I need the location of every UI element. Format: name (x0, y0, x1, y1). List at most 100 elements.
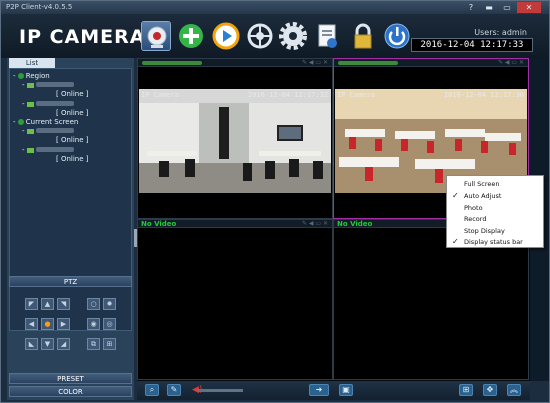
app-logo: IP CAMERA (19, 26, 146, 48)
snapshot-button[interactable]: ▣ (339, 384, 353, 396)
cell-header: No Video ✎ ◀ ▭ ✕ (138, 220, 332, 228)
lock-button[interactable] (348, 21, 378, 51)
ptz-down-right-button[interactable]: ◢ (57, 338, 70, 350)
iris-open-button[interactable]: ⊞ (103, 338, 116, 350)
no-video-label: No Video (141, 220, 177, 228)
power-icon (384, 23, 410, 49)
video-cell-1[interactable]: ✎ ◀ ▭ ✕ IP Camera 2016-12-04 12:17:32 (137, 58, 333, 219)
add-device-icon (179, 24, 203, 48)
color-header[interactable]: COLOR (9, 386, 132, 397)
camera-label: IP Camera (337, 91, 375, 99)
redacted-name (35, 147, 74, 152)
bottom-toolbar: ⌕ ✎ ◀) ➜ ▣ ⊞ ✥ ︽ (137, 381, 530, 400)
video-cell-3[interactable]: No Video ✎ ◀ ▭ ✕ (137, 219, 333, 380)
move-icon: ✥ (486, 385, 494, 394)
menu-label: Full Screen (464, 180, 500, 188)
ptz-right-button[interactable]: ▶ (57, 318, 70, 330)
camera-timestamp: 2016-12-04 12:17:32 (247, 91, 328, 99)
tree-region[interactable]: - Region (13, 72, 50, 81)
focus-near-button[interactable]: ◉ (87, 318, 100, 330)
tree-camera-item[interactable]: - (22, 127, 74, 136)
ptz-down-left-button[interactable]: ◣ (25, 338, 38, 350)
ptz-control-pad: ◤ ▲ ◥ ◀ ● ▶ ◣ ▼ ◢ ○ ✹ ◉ ◎ ⧉ ⊞ (25, 298, 117, 358)
ptz-down-button[interactable]: ▼ (41, 338, 54, 350)
power-button[interactable] (382, 21, 412, 51)
cell-tools-icon[interactable]: ✎ ◀ ▭ ✕ (302, 221, 328, 227)
camera-icon (26, 129, 34, 134)
menu-item-auto-adjust[interactable]: ✓ Auto Adjust (447, 190, 543, 202)
log-button[interactable] (312, 21, 342, 51)
add-device-button[interactable] (176, 21, 206, 51)
iris-close-button[interactable]: ⧉ (87, 338, 100, 350)
user-label: Users: admin (474, 28, 527, 37)
grid-layout-button[interactable]: ⊞ (459, 384, 473, 396)
search-button[interactable]: ⌕ (145, 384, 159, 396)
menu-item-record[interactable]: Record (447, 213, 543, 225)
settings-button[interactable] (278, 21, 308, 51)
tree-current-screen[interactable]: - Current Screen (13, 118, 78, 127)
minimize-button[interactable]: ▬ (481, 2, 497, 13)
ptz-wheel-icon (247, 23, 273, 49)
menu-label: Auto Adjust (464, 192, 502, 200)
redacted-name (338, 61, 398, 65)
camera-label: IP Camera (141, 91, 179, 99)
expand-button[interactable]: ︽ (507, 384, 521, 396)
tree-status-online: [ Online ] (56, 136, 89, 144)
ptz-wheel-button[interactable] (245, 21, 275, 51)
close-button[interactable]: ✕ (517, 2, 541, 13)
ptz-up-button[interactable]: ▲ (41, 298, 54, 310)
menu-item-display-status-bar[interactable]: ✓ Display status bar (447, 236, 543, 248)
tree-camera-item[interactable]: - (22, 146, 74, 155)
chevron-up-icon: ︽ (510, 385, 518, 394)
menu-label: Record (464, 215, 487, 223)
focus-far-button[interactable]: ◎ (103, 318, 116, 330)
lock-icon (354, 23, 372, 49)
camera-icon (26, 83, 34, 88)
tree-camera-item[interactable]: - (22, 81, 74, 90)
redacted-name (35, 101, 74, 106)
office-scene-image (139, 89, 331, 193)
ptz-auto-button[interactable]: ● (41, 318, 54, 330)
record-export-button[interactable]: ➜ (309, 384, 329, 396)
cell-tools-icon[interactable]: ✎ ◀ ▭ ✕ (498, 60, 524, 66)
preset-header[interactable]: PRESET (9, 373, 132, 384)
tree-camera-item[interactable]: - (22, 100, 74, 109)
help-button[interactable]: ? (463, 2, 479, 13)
globe-icon (17, 119, 24, 125)
globe-icon (17, 73, 24, 79)
zoom-out-button[interactable]: ○ (87, 298, 100, 310)
ptz-up-left-button[interactable]: ◤ (25, 298, 38, 310)
menu-item-full-screen[interactable]: Full Screen (447, 178, 543, 190)
volume-slider[interactable] (197, 389, 243, 392)
ptz-toggle-button[interactable]: ✥ (483, 384, 497, 396)
cell-tools-icon[interactable]: ✎ ◀ ▭ ✕ (302, 60, 328, 66)
check-icon: ✓ (452, 191, 459, 200)
search-icon: ⌕ (149, 385, 155, 394)
camera-icon (26, 148, 34, 153)
zoom-in-button[interactable]: ✹ (103, 298, 116, 310)
ptz-up-right-button[interactable]: ◥ (57, 298, 70, 310)
redacted-name (142, 61, 202, 65)
ptz-header[interactable]: PTZ (9, 276, 132, 287)
ptz-left-button[interactable]: ◀ (25, 318, 38, 330)
tree-status-online: [ Online ] (56, 90, 89, 98)
cell-header: ✎ ◀ ▭ ✕ (334, 59, 528, 67)
app-window: P2P Client-v4.0.5.5 ? ▬ ▭ ✕ IP CAMERA Us… (0, 0, 550, 403)
playback-icon (212, 22, 240, 50)
check-icon: ✓ (452, 237, 459, 246)
tab-list[interactable]: List (9, 58, 55, 68)
redacted-name (35, 82, 74, 87)
tool-button[interactable]: ✎ (167, 384, 181, 396)
camera-icon: ▣ (342, 385, 350, 394)
playback-button[interactable] (211, 21, 241, 51)
device-panel: List - Region - [ Online ] - [ Online ] … (7, 58, 134, 400)
camera-monitor-icon (147, 26, 167, 48)
tree-status-online: [ Online ] (56, 155, 89, 163)
window-title: P2P Client-v4.0.5.5 (6, 3, 73, 11)
camera-timestamp: 2016-12-04 12:17:30 (443, 91, 524, 99)
cell-header: ✎ ◀ ▭ ✕ (138, 59, 332, 67)
gear-icon (279, 22, 307, 50)
tree-label: Region (25, 72, 50, 80)
maximize-button[interactable]: ▭ (499, 2, 515, 13)
monitor-button[interactable] (141, 21, 171, 51)
